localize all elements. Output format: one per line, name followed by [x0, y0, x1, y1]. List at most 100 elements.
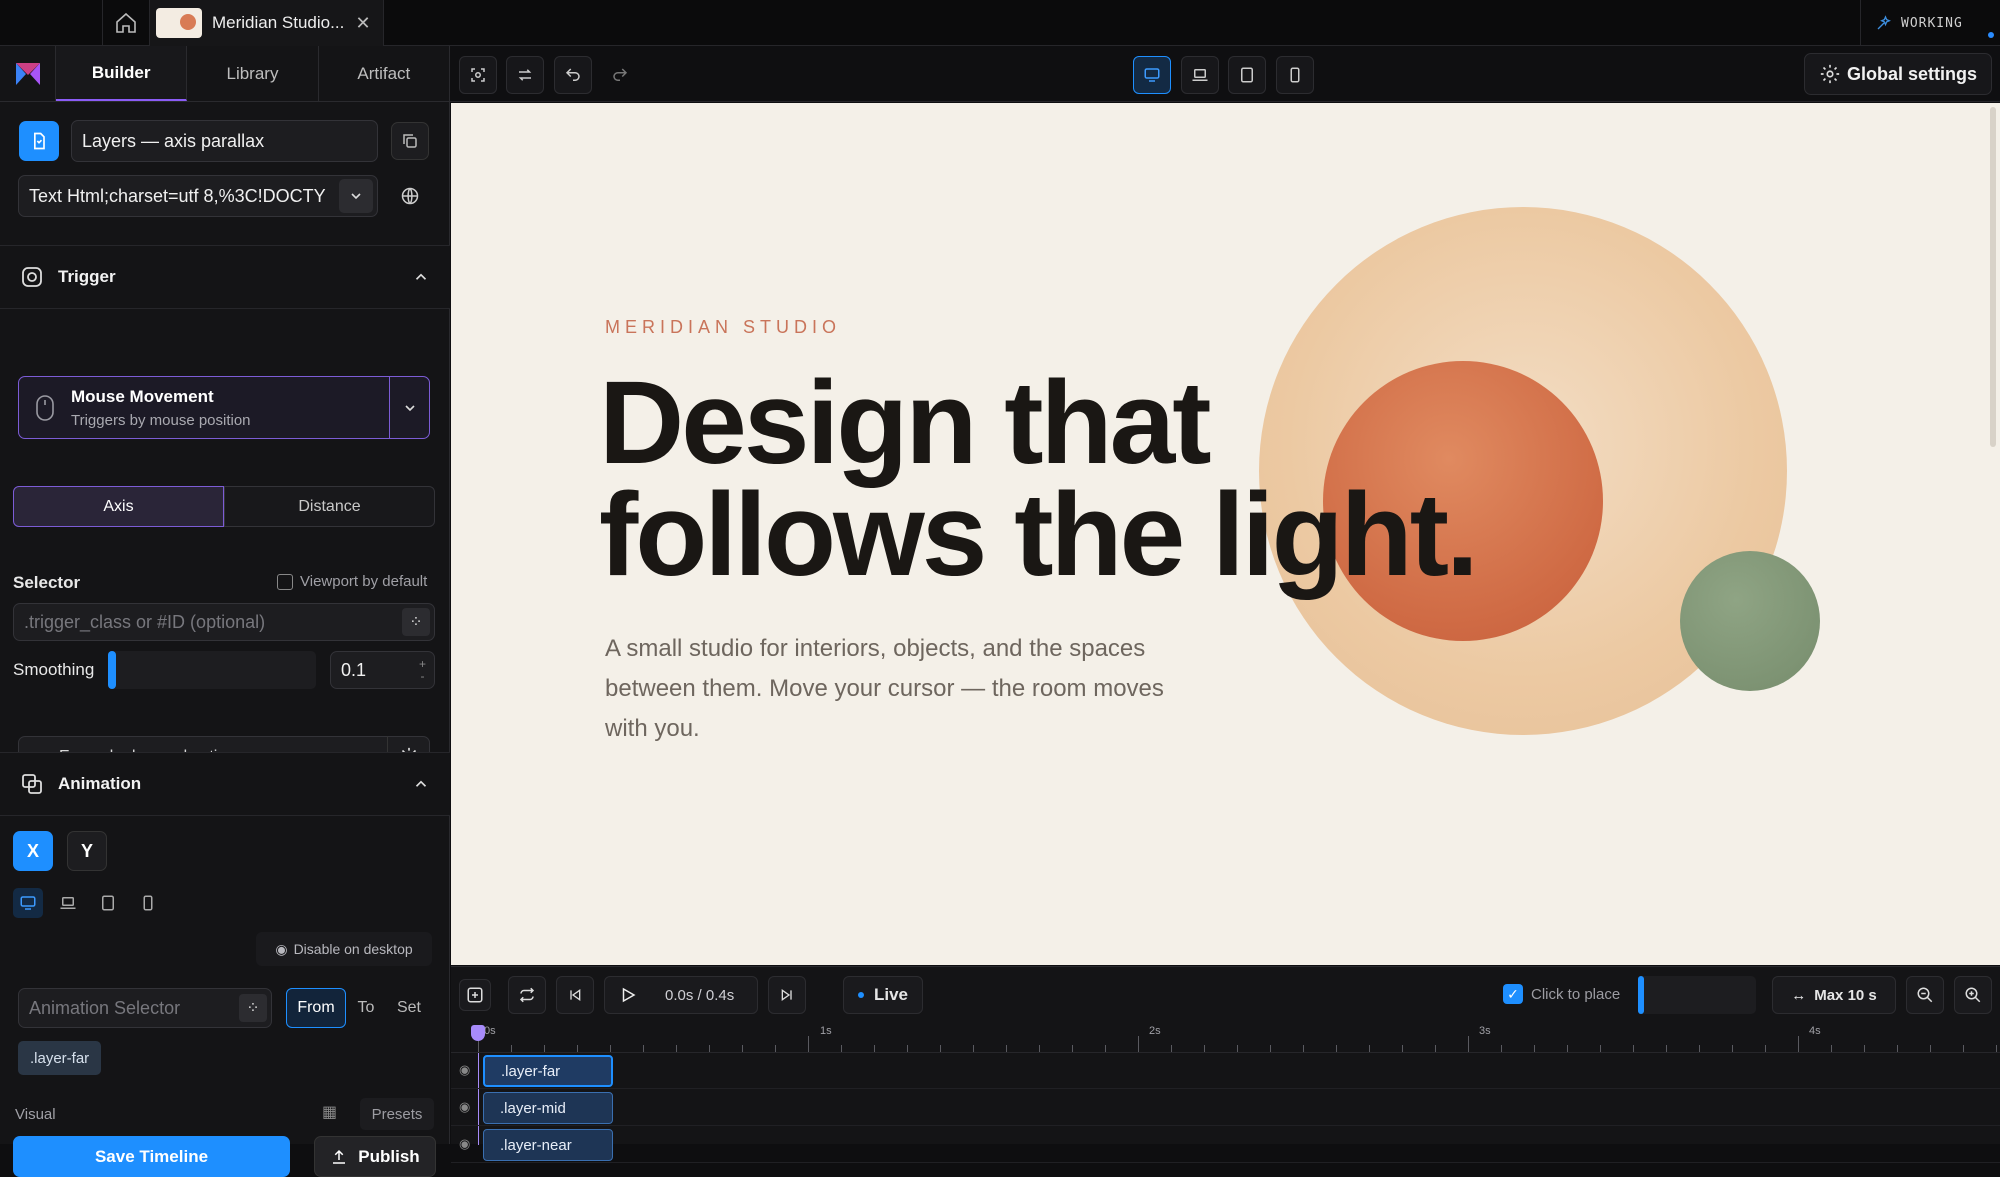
tablet-view-button[interactable]	[1228, 56, 1266, 94]
animation-selector-input[interactable]: Animation Selector ⁘	[18, 988, 272, 1028]
tab-library[interactable]: Library	[187, 46, 319, 101]
ruler-tick	[1633, 1045, 1634, 1052]
desktop-device-icon[interactable]	[13, 888, 43, 918]
focus-button[interactable]	[459, 56, 497, 94]
ruler-tick	[1732, 1045, 1733, 1052]
playhead[interactable]	[471, 1025, 485, 1041]
chevron-up-icon[interactable]	[412, 268, 430, 286]
redo-button[interactable]	[601, 56, 639, 94]
preset-grid-icon[interactable]: ▦	[322, 1102, 337, 1122]
visibility-eye-icon[interactable]: ◉	[459, 1099, 470, 1115]
source-select[interactable]: Text Html;charset=utf 8,%3C!DOCTY	[18, 175, 378, 217]
zoom-out-button[interactable]	[1906, 976, 1944, 1014]
add-keyframe-button[interactable]	[459, 979, 491, 1011]
to-button[interactable]: To	[346, 988, 386, 1028]
axis-y-button[interactable]: Y	[67, 831, 107, 871]
project-name-field[interactable]: Layers — axis parallax	[71, 120, 378, 162]
zoom-in-button[interactable]	[1954, 976, 1992, 1014]
ruler-tick	[1468, 1036, 1469, 1052]
ruler-tick	[1930, 1045, 1931, 1052]
canvas-preview[interactable]: MERIDIAN STUDIO Design that follows the …	[451, 103, 2000, 965]
globe-button[interactable]	[391, 177, 429, 215]
skip-start-button[interactable]	[556, 976, 594, 1014]
ruler-tick	[742, 1045, 743, 1052]
track-bar-layer-mid[interactable]: .layer-mid	[483, 1092, 613, 1124]
disable-label: Disable on desktop	[293, 941, 413, 957]
duplicate-button[interactable]	[391, 122, 429, 160]
track-layer-mid: ◉ .layer-mid	[451, 1090, 2000, 1126]
selector-tag[interactable]: .layer-far	[18, 1041, 102, 1075]
ruler-tick	[544, 1045, 545, 1052]
animation-section-header[interactable]: Animation	[0, 752, 450, 816]
presets-button[interactable]: Presets	[360, 1098, 434, 1130]
max-duration-button[interactable]: ↔ Max 10 s	[1772, 976, 1896, 1014]
publish-button[interactable]: Publish	[314, 1136, 436, 1177]
live-button[interactable]: Live	[843, 976, 923, 1014]
global-settings-button[interactable]: Global settings	[1803, 53, 1992, 95]
mobile-device-icon[interactable]	[133, 888, 163, 918]
selector-label: Selector	[13, 573, 81, 592]
laptop-device-icon[interactable]	[53, 888, 83, 918]
browser-tab[interactable]: Meridian Studio... ✕	[150, 0, 384, 46]
visibility-eye-icon[interactable]: ◉	[459, 1062, 470, 1078]
app-logo[interactable]	[0, 46, 56, 101]
zoom-out-icon	[1917, 987, 1933, 1003]
zoom-slider[interactable]	[1638, 976, 1756, 1014]
status-text: WORKING	[1901, 15, 1963, 31]
save-timeline-button[interactable]: Save Timeline	[13, 1136, 290, 1177]
viewport-default-checkbox[interactable]: Viewport by default	[277, 573, 427, 590]
project-icon-button[interactable]	[19, 121, 59, 161]
zoom-in-icon	[1965, 987, 1981, 1003]
visibility-eye-icon[interactable]: ◉	[459, 1136, 470, 1152]
play-icon[interactable]	[619, 985, 637, 1005]
chevron-up-icon[interactable]	[412, 775, 430, 793]
swap-button[interactable]	[506, 56, 544, 94]
ruler-tick	[1270, 1045, 1271, 1052]
headline-line-2: follows the light.	[599, 469, 1479, 601]
smoothing-slider[interactable]	[108, 651, 316, 689]
disable-on-desktop-button[interactable]: ◉ Disable on desktop	[256, 932, 432, 966]
chevron-down-icon[interactable]	[339, 179, 373, 213]
undo-button[interactable]	[554, 56, 592, 94]
ruler-tick	[1864, 1045, 1865, 1052]
tab-builder[interactable]: Builder	[56, 46, 188, 101]
timeline-ruler[interactable]: 0s 1s 2s 3s 4s	[451, 1023, 2000, 1053]
picker-icon[interactable]: ⁘	[239, 994, 267, 1022]
track-bar-layer-near[interactable]: .layer-near	[483, 1129, 613, 1161]
ruler-tick	[511, 1045, 512, 1052]
tab-artifact[interactable]: Artifact	[319, 46, 449, 101]
picker-icon[interactable]: ⁘	[402, 608, 430, 636]
desktop-icon	[1144, 68, 1160, 82]
ruler-label-2: 2s	[1149, 1025, 1161, 1037]
smoothing-input[interactable]: 0.1 + -	[330, 651, 435, 689]
tab-close-icon[interactable]: ✕	[353, 13, 373, 34]
ruler-tick	[775, 1045, 776, 1052]
mode-axis[interactable]: Axis	[13, 486, 224, 527]
track-bar-layer-far[interactable]: .layer-far	[483, 1055, 613, 1087]
viewport-label: Viewport by default	[300, 573, 428, 590]
trigger-dropdown-chevron[interactable]	[389, 377, 429, 438]
ruler-tick	[1369, 1045, 1370, 1052]
mode-distance[interactable]: Distance	[224, 486, 435, 527]
tablet-device-icon[interactable]	[93, 888, 123, 918]
laptop-view-button[interactable]	[1181, 56, 1219, 94]
axis-x-button[interactable]: X	[13, 831, 53, 871]
home-button[interactable]	[102, 0, 150, 46]
panel-tabs: Builder Library Artifact	[0, 46, 449, 102]
canvas-scrollbar[interactable]	[1990, 107, 1996, 447]
ruler-label-0: 0s	[484, 1025, 496, 1037]
click-to-place-toggle[interactable]: ✓ Click to place	[1503, 984, 1620, 1004]
swap-icon	[518, 69, 532, 81]
stepper-icon[interactable]: + -	[419, 658, 426, 682]
skip-end-button[interactable]	[768, 976, 806, 1014]
from-button[interactable]: From	[286, 988, 346, 1028]
mobile-view-button[interactable]	[1276, 56, 1314, 94]
timeline-toolbar: 0.0s / 0.4s Live ✓ Click to place ↔ Max …	[451, 967, 2000, 1023]
ruler-tick	[709, 1045, 710, 1052]
trigger-selector-input[interactable]: .trigger_class or #ID (optional) ⁘	[13, 603, 435, 641]
trigger-type-select[interactable]: Mouse Movement Triggers by mouse positio…	[18, 376, 430, 439]
trigger-section-header[interactable]: Trigger	[0, 245, 450, 309]
set-button[interactable]: Set	[386, 988, 432, 1028]
desktop-view-button[interactable]	[1133, 56, 1171, 94]
loop-button[interactable]	[508, 976, 546, 1014]
